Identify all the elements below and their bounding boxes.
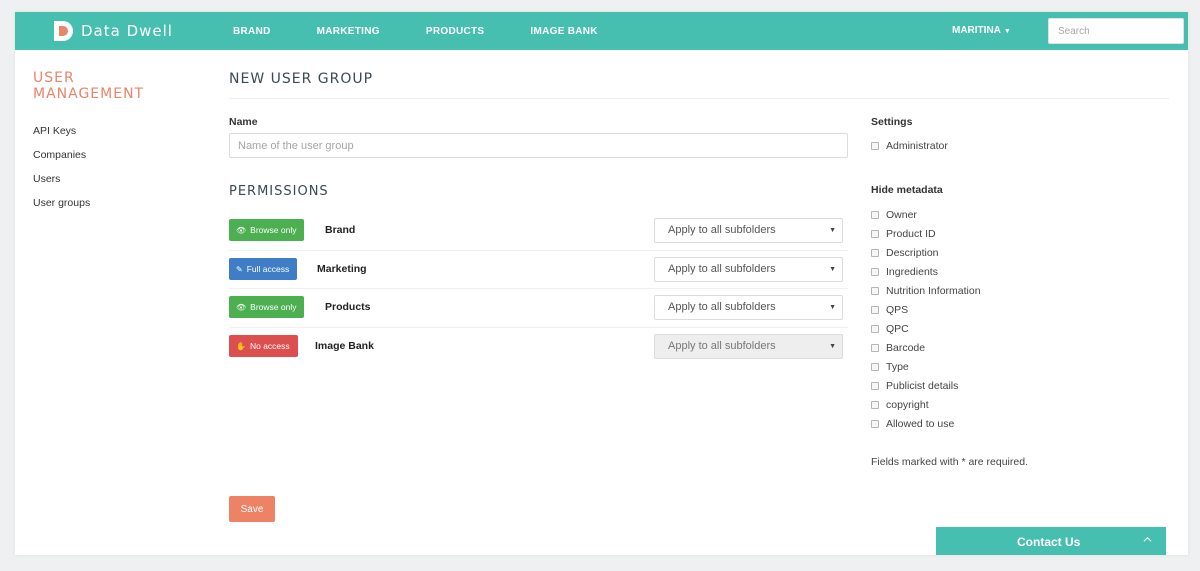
caret-down-icon: ▼	[1003, 28, 1011, 35]
subfolder-select: Apply to all subfolders ▼	[654, 334, 843, 359]
subfolder-select[interactable]: Apply to all subfolders ▼	[654, 218, 843, 243]
permission-row: 👁 Browse only Products Apply to all subfo…	[229, 288, 848, 326]
required-note: Fields marked with * are required.	[871, 456, 1028, 468]
settings-label: Settings	[871, 116, 913, 128]
checkbox[interactable]	[871, 249, 879, 257]
nav-marketing[interactable]: MARKETING	[317, 26, 380, 37]
sidebar-item-users[interactable]: Users	[33, 173, 60, 185]
logo-text: Data Dwell	[81, 22, 173, 40]
metadata-checkbox-description[interactable]: Description	[871, 247, 939, 259]
permission-row: 👁 Browse only Brand Apply to all subfolde…	[229, 212, 848, 250]
eye-icon: 👁	[236, 225, 247, 235]
access-badge-browse-only[interactable]: 👁 Browse only	[229, 296, 305, 318]
sidebar-item-api-keys[interactable]: API Keys	[33, 125, 76, 137]
permission-row: ✎ Full access Marketing Apply to all subf…	[229, 250, 848, 288]
checkbox[interactable]	[871, 325, 879, 333]
subfolder-select[interactable]: Apply to all subfolders ▼	[654, 257, 843, 282]
chevron-up-icon	[1143, 536, 1152, 542]
metadata-checkbox-nutrition[interactable]: Nutrition Information	[871, 285, 981, 297]
save-button[interactable]: Save	[229, 496, 275, 522]
metadata-checkbox-publicist[interactable]: Publicist details	[871, 380, 958, 392]
folder-name: Marketing	[317, 263, 367, 275]
contact-us-label: Contact Us	[1017, 535, 1081, 549]
metadata-checkbox-barcode[interactable]: Barcode	[871, 342, 925, 354]
metadata-checkbox-type[interactable]: Type	[871, 361, 909, 373]
logo[interactable]: Data Dwell	[52, 20, 173, 42]
sidebar-title: USER MANAGEMENT	[33, 70, 145, 102]
hand-icon: ✋	[236, 341, 246, 351]
caret-down-icon: ▼	[829, 304, 836, 311]
sidebar-item-companies[interactable]: Companies	[33, 149, 86, 161]
access-badge-browse-only[interactable]: 👁 Browse only	[229, 219, 305, 241]
pencil-icon: ✎	[236, 264, 243, 274]
checkbox[interactable]	[871, 363, 879, 371]
permissions-title: PERMISSIONS	[229, 184, 329, 199]
folder-name: Image Bank	[315, 340, 374, 352]
user-menu[interactable]: MARITINA ▼	[952, 25, 1011, 36]
checkbox[interactable]	[871, 306, 879, 314]
subfolder-select[interactable]: Apply to all subfolders ▼	[654, 295, 843, 320]
caret-down-icon: ▼	[829, 227, 836, 234]
metadata-checkbox-ingredients[interactable]: Ingredients	[871, 266, 938, 278]
top-navbar: Data Dwell BRAND MARKETING PRODUCTS IMAG…	[15, 12, 1188, 50]
metadata-checkbox-product-id[interactable]: Product ID	[871, 228, 936, 240]
caret-down-icon: ▼	[829, 266, 836, 273]
checkbox[interactable]	[871, 382, 879, 390]
checkbox[interactable]	[871, 401, 879, 409]
checkbox[interactable]	[871, 268, 879, 276]
checkbox[interactable]	[871, 230, 879, 238]
administrator-checkbox[interactable]: Administrator	[871, 140, 948, 152]
access-badge-full-access[interactable]: ✎ Full access	[229, 258, 298, 280]
sidebar: USER MANAGEMENT API Keys Companies Users…	[15, 50, 205, 555]
metadata-checkbox-owner[interactable]: Owner	[871, 209, 917, 221]
nav-products[interactable]: PRODUCTS	[426, 26, 485, 37]
hide-metadata-label: Hide metadata	[871, 184, 943, 196]
group-name-input[interactable]	[229, 133, 848, 158]
name-label: Name	[229, 116, 258, 128]
checkbox[interactable]	[871, 211, 879, 219]
checkbox[interactable]	[871, 344, 879, 352]
sidebar-item-user-groups[interactable]: User groups	[33, 197, 90, 209]
access-badge-no-access[interactable]: ✋ No access	[229, 335, 298, 357]
caret-down-icon: ▼	[829, 343, 836, 350]
nav-brand[interactable]: BRAND	[233, 26, 271, 37]
main-nav: BRAND MARKETING PRODUCTS IMAGE BANK	[233, 12, 644, 50]
checkbox[interactable]	[871, 287, 879, 295]
contact-us-widget[interactable]: Contact Us	[936, 527, 1166, 555]
metadata-checkbox-qpc[interactable]: QPC	[871, 323, 909, 335]
checkbox[interactable]	[871, 142, 879, 150]
search-input[interactable]	[1048, 18, 1184, 44]
permission-row: ✋ No access Image Bank Apply to all subfo…	[229, 327, 848, 365]
user-name: MARITINA	[952, 25, 1001, 36]
metadata-checkbox-copyright[interactable]: copyright	[871, 399, 929, 411]
folder-name: Brand	[325, 224, 356, 236]
metadata-checkbox-allowed-to-use[interactable]: Allowed to use	[871, 418, 954, 430]
logo-icon	[52, 20, 74, 42]
divider	[229, 98, 1169, 99]
page-title: NEW USER GROUP	[229, 71, 374, 87]
metadata-checkbox-qps[interactable]: QPS	[871, 304, 908, 316]
eye-icon: 👁	[236, 302, 247, 312]
nav-image-bank[interactable]: IMAGE BANK	[530, 26, 597, 37]
folder-name: Products	[325, 301, 371, 313]
checkbox[interactable]	[871, 420, 879, 428]
app-window: Data Dwell BRAND MARKETING PRODUCTS IMAG…	[15, 12, 1188, 555]
